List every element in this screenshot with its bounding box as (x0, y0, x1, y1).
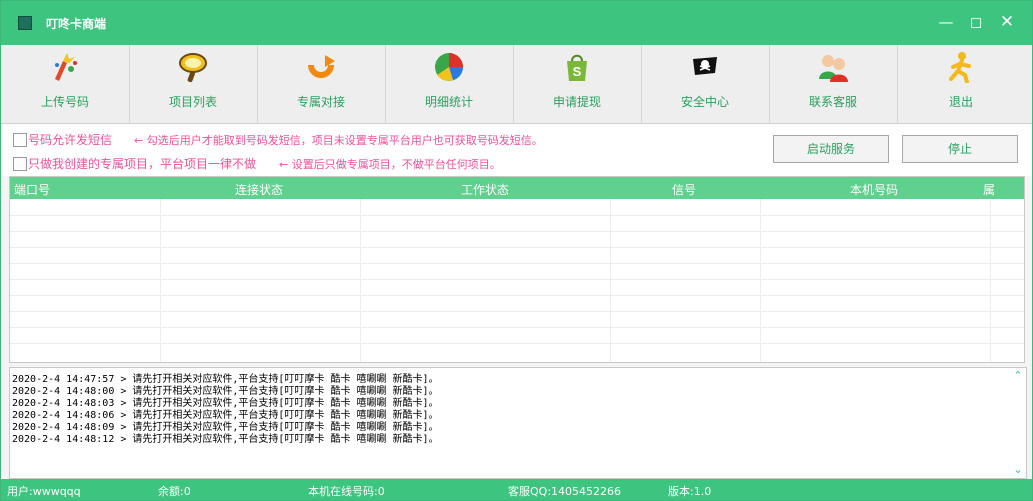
minimize-icon: — (938, 13, 954, 31)
log-scrollbar[interactable]: ⌃ ⌄ (1012, 370, 1024, 476)
column-header[interactable]: 信号 (672, 181, 696, 198)
port-grid[interactable]: 端口号 连接状态 工作状态 信号 本机号码 属 (9, 176, 1025, 363)
grid-header: 端口号 连接状态 工作状态 信号 本机号码 属 (10, 177, 1024, 199)
title-bar[interactable]: 叮咚卡商端 — ◻ ✕ (1, 1, 1032, 45)
grid-divider (10, 215, 1024, 216)
status-support-qq: 客服QQ:1405452266 (508, 485, 622, 498)
maximize-button[interactable]: ◻ (965, 11, 987, 33)
minimize-button[interactable]: — (935, 11, 957, 33)
toolbar-label: 专属对接 (296, 95, 345, 109)
column-header[interactable]: 连接状态 (235, 181, 283, 198)
grid-divider (160, 199, 161, 362)
column-header[interactable]: 工作状态 (461, 181, 509, 198)
app-icon (18, 16, 32, 30)
main-toolbar: 上传号码 项目列表 专属对接 明细统计 S 申请提现 安全中心 联系客服 退出 (1, 45, 1032, 124)
only-exclusive-checkbox[interactable] (13, 157, 27, 171)
magnifier-icon (179, 53, 207, 83)
only-exclusive-label: 只做我创建的专属项目，平台项目一律不做 (28, 157, 257, 171)
contacts-icon (819, 55, 848, 82)
status-version: 版本:1.0 (668, 485, 712, 498)
column-header[interactable]: 端口号 (14, 181, 50, 198)
allow-sms-label: 号码允许发短信 (28, 133, 113, 147)
window-title: 叮咚卡商端 (46, 17, 107, 31)
toolbar-label: 安全中心 (680, 95, 729, 109)
allow-sms-checkbox[interactable] (13, 133, 27, 147)
grid-divider (10, 231, 1024, 232)
only-exclusive-hint: ← 设置后只做专属项目，不做平台任何项目。 (279, 158, 501, 171)
grid-divider (10, 311, 1024, 312)
log-panel[interactable]: 2020-2-4 14:47:57 > 请先打开相关对应软件,平台支持[叮叮摩卡… (9, 367, 1027, 479)
grid-divider (10, 279, 1024, 280)
scroll-up-icon[interactable]: ⌃ (1012, 370, 1024, 382)
status-online-numbers: 本机在线号码:0 (308, 485, 385, 498)
grid-divider (10, 327, 1024, 328)
maximize-icon: ◻ (969, 13, 983, 31)
toolbar-label: 明细统计 (424, 95, 473, 109)
status-bar: 用户:wwwqqq 余额:0 本机在线号码:0 客服QQ:1405452266 … (1, 479, 1032, 500)
log-line: 2020-2-4 14:48:12 > 请先打开相关对应软件,平台支持[叮叮摩卡… (12, 434, 439, 445)
grid-divider (10, 263, 1024, 264)
exclusive-docking-button[interactable]: 专属对接 (257, 45, 386, 123)
toolbar-label: 退出 (948, 95, 973, 109)
toolbar-label: 项目列表 (168, 95, 217, 109)
project-list-button[interactable]: 项目列表 (129, 45, 258, 123)
pirate-flag-icon (693, 57, 717, 75)
shopping-bag-icon: S (567, 54, 587, 81)
allow-sms-hint: ← 勾选后用户才能取到号码发短信，项目未设置专属平台用户也可获取号码发短信。 (134, 134, 543, 147)
toolbar-label: 联系客服 (808, 95, 857, 109)
upload-sparkle-icon (55, 53, 77, 81)
statistics-button[interactable]: 明细统计 (385, 45, 514, 123)
status-user: 用户:wwwqqq (7, 485, 81, 498)
start-service-button[interactable]: 启动服务 (773, 135, 889, 163)
column-header[interactable]: 本机号码 (850, 181, 898, 198)
grid-divider (10, 295, 1024, 296)
refresh-arrow-icon (308, 55, 335, 78)
exit-button[interactable]: 退出 (897, 45, 1025, 123)
pie-chart-icon (435, 53, 463, 81)
grid-divider (10, 343, 1024, 344)
grid-divider (10, 247, 1024, 248)
column-header[interactable]: 属 (983, 181, 995, 198)
scroll-down-icon[interactable]: ⌄ (1012, 464, 1024, 476)
withdraw-button[interactable]: S 申请提现 (513, 45, 642, 123)
app-window: 叮咚卡商端 — ◻ ✕ 上传号码 项目列表 专属对接 明细统计 S 申请提现 安… (0, 0, 1033, 501)
grid-divider (610, 199, 611, 362)
toolbar-label: 申请提现 (552, 95, 601, 109)
close-button[interactable]: ✕ (996, 11, 1018, 33)
status-balance: 余额:0 (158, 485, 191, 498)
upload-numbers-button[interactable]: 上传号码 (1, 45, 130, 123)
contact-support-button[interactable]: 联系客服 (769, 45, 898, 123)
options-panel: 号码允许发短信 ← 勾选后用户才能取到号码发短信，项目未设置专属平台用户也可获取… (1, 124, 1032, 176)
svg-text:S: S (573, 64, 582, 79)
stop-button[interactable]: 停止 (902, 135, 1018, 163)
close-icon: ✕ (999, 12, 1015, 32)
grid-divider (360, 199, 361, 362)
grid-divider (990, 199, 991, 362)
security-center-button[interactable]: 安全中心 (641, 45, 770, 123)
toolbar-label: 上传号码 (40, 95, 89, 109)
running-man-icon (949, 52, 971, 83)
grid-divider (760, 199, 761, 362)
